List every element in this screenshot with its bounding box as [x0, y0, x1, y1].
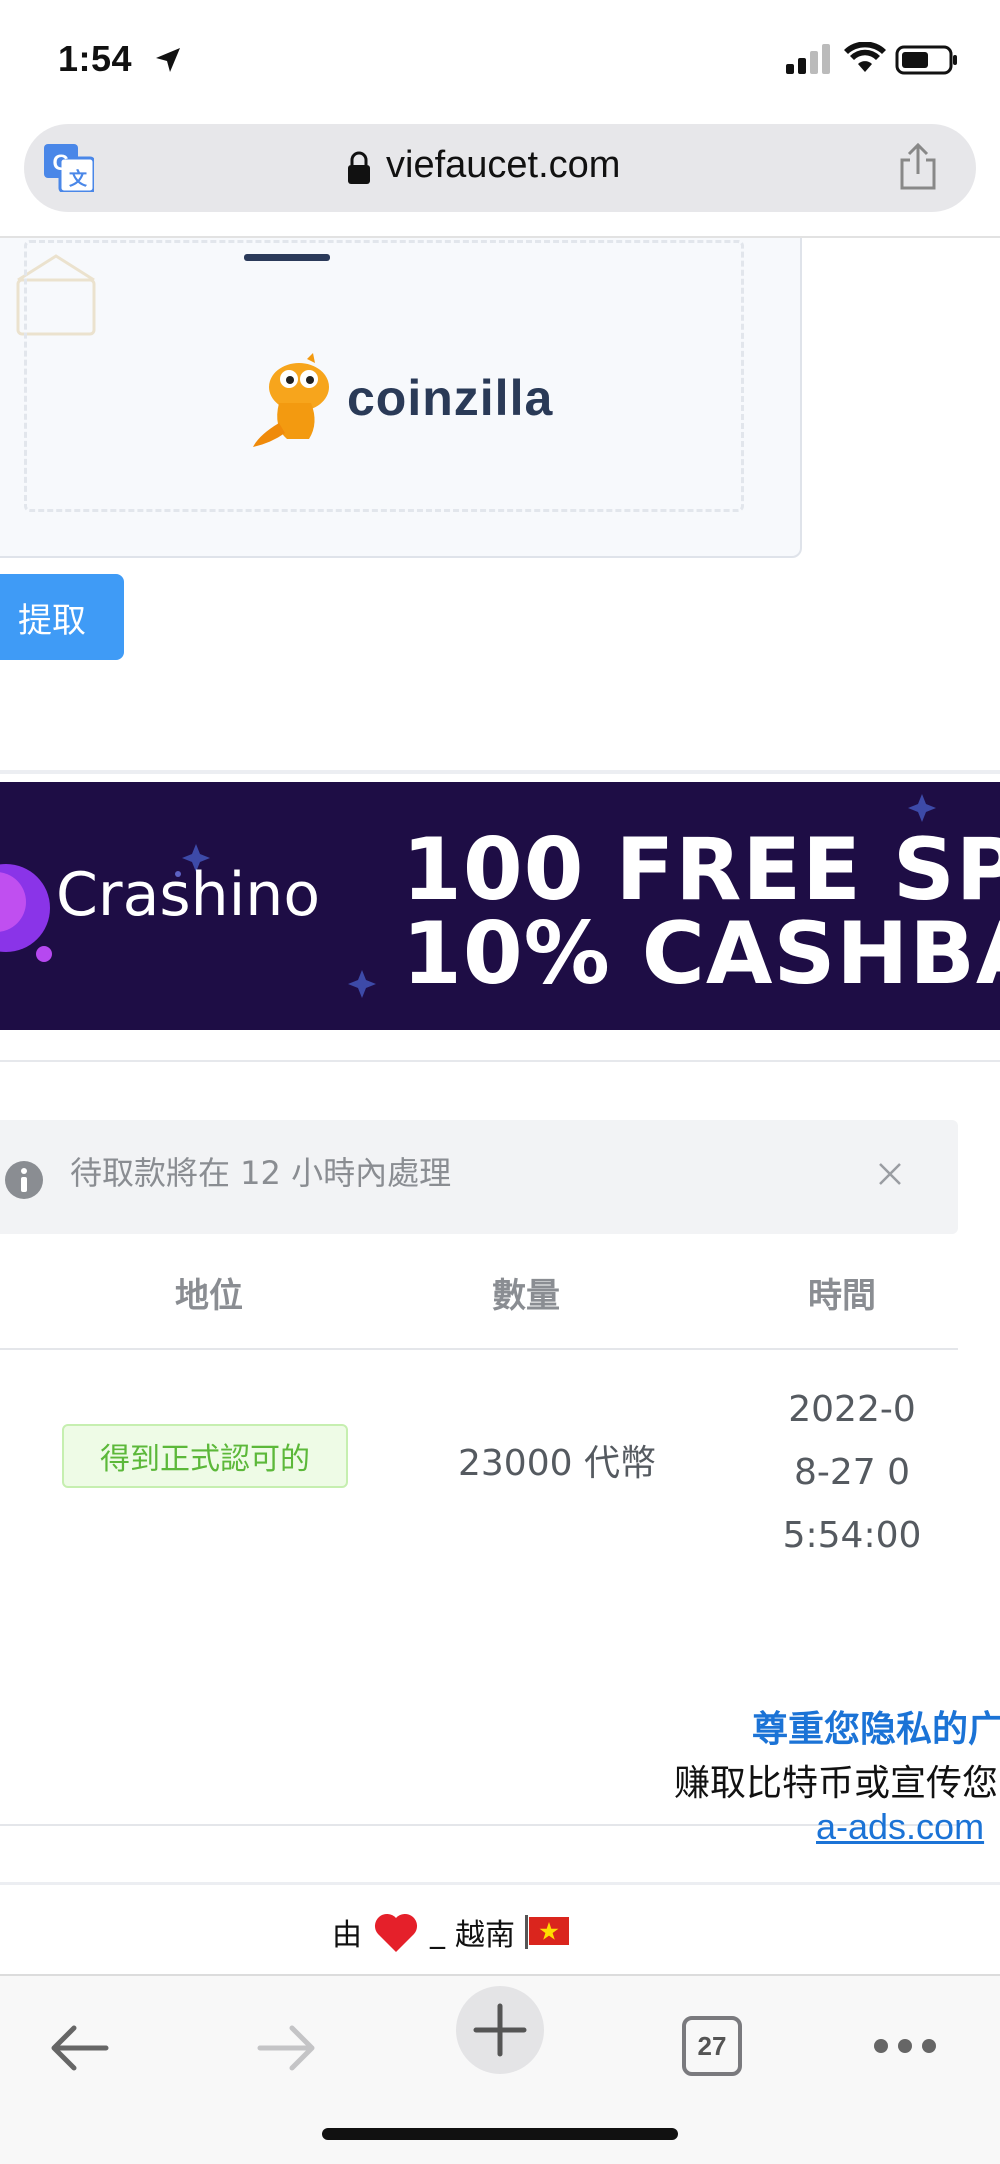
time-cell: 2022-0 8-27 0 5:54:00 — [782, 1378, 922, 1567]
status-time: 1:54 — [58, 38, 133, 79]
plus-icon — [473, 2003, 527, 2057]
time-line-3: 5:54:00 — [782, 1515, 922, 1556]
share-icon[interactable] — [896, 142, 940, 192]
coinzilla-dino-icon — [253, 353, 329, 447]
vietnam-flag-icon — [525, 1915, 569, 1949]
more-icon[interactable] — [872, 2036, 938, 2056]
heart-icon — [374, 1913, 418, 1952]
withdraw-notice: 待取款將在 12 小時內處理 — [0, 1120, 958, 1234]
aads-link[interactable]: a-ads.com — [816, 1806, 984, 1848]
home-indicator — [322, 2128, 678, 2140]
column-header-status: 地位 — [175, 1276, 243, 1316]
table-header-divider — [0, 1348, 958, 1350]
section-divider — [0, 770, 1000, 774]
made-by-separator: _ — [430, 1914, 445, 1950]
column-header-amount: 數量 — [492, 1276, 560, 1316]
wifi-icon — [844, 42, 886, 72]
column-header-time: 時間 — [808, 1276, 876, 1316]
close-icon[interactable] — [876, 1160, 904, 1188]
coinzilla-brand-text: coinzilla — [347, 370, 554, 426]
forward-arrow-icon[interactable] — [254, 2020, 320, 2076]
svg-text:文: 文 — [69, 168, 88, 190]
url-text[interactable]: viefaucet.com — [386, 144, 620, 187]
section-divider-bottom — [0, 1882, 1000, 1885]
browser-toolbar: 27 — [0, 1974, 1000, 2164]
address-bar[interactable]: G 文 viefaucet.com — [24, 124, 976, 212]
lock-icon — [348, 151, 370, 184]
info-icon — [5, 1161, 43, 1199]
cellular-signal-icon — [786, 44, 830, 74]
new-tab-button[interactable] — [456, 1986, 544, 2074]
back-arrow-icon[interactable] — [46, 2020, 112, 2076]
table-row-divider — [0, 1824, 958, 1826]
made-by-prefix: 由 — [332, 1918, 362, 1953]
withdraw-button[interactable]: 提取 — [0, 574, 124, 660]
made-by-country: 越南 — [455, 1918, 515, 1953]
time-line-1: 2022-0 — [788, 1389, 916, 1430]
svg-text:G: G — [52, 150, 69, 175]
crashino-brand-text: Crashino — [56, 860, 321, 930]
ad-slot: coinzilla — [24, 240, 744, 512]
amount-cell: 23000 代幣 — [458, 1443, 656, 1484]
crashino-banner-ad[interactable]: Crashino 100 FREE SPIN 10% CASHBACK — [0, 782, 1000, 1030]
location-arrow-icon — [156, 48, 180, 72]
promo-line-2: 10% CASHBACK — [402, 904, 1000, 1004]
status-badge: 得到正式認可的 — [62, 1424, 348, 1488]
section-divider-top — [0, 1060, 1000, 1062]
coinzilla-ad[interactable]: coinzilla — [0, 238, 802, 558]
notice-text: 待取款將在 12 小時內處理 — [70, 1154, 452, 1192]
made-by-footer: 由 _ 越南 — [332, 1910, 569, 1954]
time-line-2: 8-27 0 — [793, 1452, 911, 1493]
status-bar: 1:54 — [0, 0, 1000, 118]
translate-icon[interactable]: G 文 — [44, 144, 94, 192]
aads-description: 赚取比特币或宣传您 — [674, 1763, 999, 1804]
aads-title[interactable]: 尊重您隐私的广 — [752, 1700, 1000, 1752]
battery-icon — [895, 45, 957, 75]
tabs-button[interactable]: 27 — [682, 2016, 742, 2076]
